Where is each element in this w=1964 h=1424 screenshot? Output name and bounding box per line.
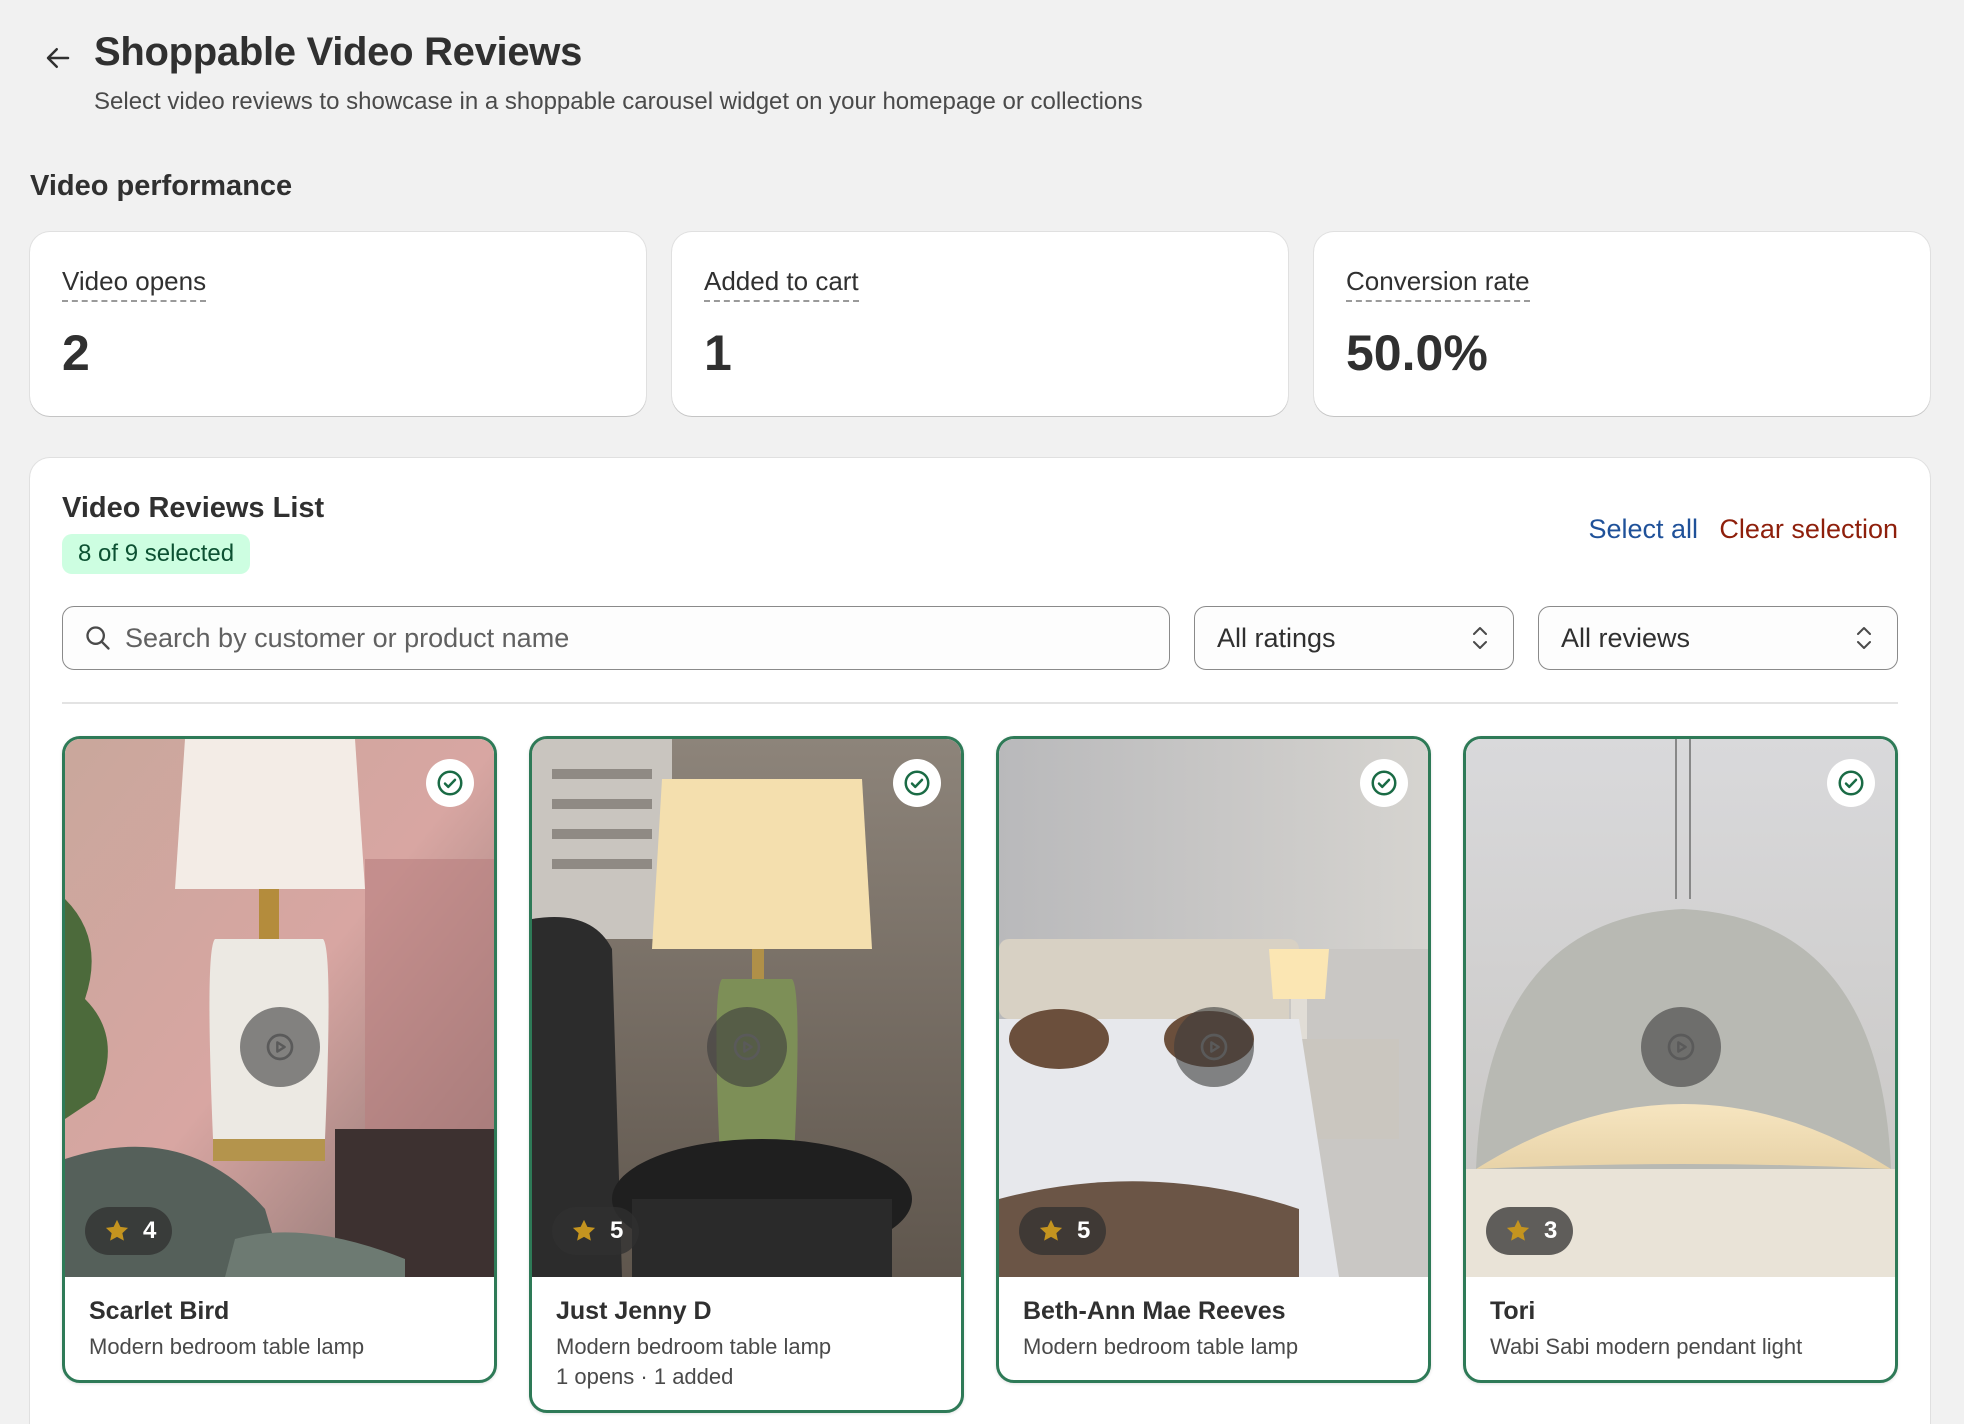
review-stats: 1 opens · 1 added bbox=[556, 1364, 734, 1389]
video-thumbnail[interactable]: 3 bbox=[1466, 739, 1895, 1277]
metric-value: 1 bbox=[704, 325, 732, 381]
select-chevrons-icon bbox=[1473, 627, 1487, 649]
customer-name: Scarlet Bird bbox=[89, 1297, 230, 1325]
metric-label[interactable]: Added to cart bbox=[704, 266, 859, 302]
play-icon bbox=[733, 1033, 760, 1061]
reviews-filter-value: All reviews bbox=[1561, 622, 1691, 653]
selected-check-icon[interactable] bbox=[1827, 759, 1875, 807]
reviews-filter-select[interactable]: All reviews bbox=[1538, 606, 1898, 670]
list-title: Video Reviews List bbox=[62, 492, 325, 524]
search-input[interactable] bbox=[125, 622, 1125, 654]
metric-value: 2 bbox=[62, 325, 90, 381]
metric-card-video-opens: Video opens 2 bbox=[30, 232, 646, 416]
star-icon bbox=[105, 1219, 129, 1241]
play-icon bbox=[266, 1033, 293, 1061]
rating-badge: 5 bbox=[552, 1207, 640, 1255]
customer-name: Beth-Ann Mae Reeves bbox=[1023, 1297, 1286, 1325]
rating-value: 3 bbox=[1544, 1217, 1558, 1244]
review-card[interactable]: 4 Scarlet Bird Modern bedroom table lamp bbox=[62, 736, 497, 1383]
play-button[interactable] bbox=[1640, 1007, 1721, 1087]
play-button[interactable] bbox=[239, 1007, 320, 1087]
star-icon bbox=[1039, 1219, 1063, 1241]
page-title: Shoppable Video Reviews bbox=[94, 30, 583, 74]
arrow-left-icon bbox=[46, 48, 70, 68]
metric-card-conversion-rate: Conversion rate 50.0% bbox=[1314, 232, 1930, 416]
review-card[interactable]: 5 Beth-Ann Mae Reeves Modern bedroom tab… bbox=[996, 736, 1431, 1383]
video-thumbnail[interactable]: 5 bbox=[999, 739, 1428, 1277]
rating-value: 5 bbox=[610, 1217, 624, 1244]
card-body: Beth-Ann Mae Reeves Modern bedroom table… bbox=[999, 1277, 1428, 1380]
customer-name: Just Jenny D bbox=[556, 1297, 712, 1325]
back-button[interactable] bbox=[40, 40, 76, 76]
play-icon bbox=[1200, 1033, 1227, 1061]
product-name: Modern bedroom table lamp bbox=[1023, 1334, 1299, 1359]
card-body: Tori Wabi Sabi modern pendant light bbox=[1466, 1277, 1895, 1380]
select-chevrons-icon bbox=[1857, 627, 1871, 649]
metric-card-added-to-cart: Added to cart 1 bbox=[672, 232, 1288, 416]
rating-badge: 5 bbox=[1019, 1207, 1107, 1255]
review-card[interactable]: 3 Tori Wabi Sabi modern pendant light bbox=[1463, 736, 1898, 1383]
rating-value: 5 bbox=[1077, 1217, 1091, 1244]
selected-count-badge: 8 of 9 selected bbox=[62, 534, 251, 574]
clear-selection-button[interactable]: Clear selection bbox=[1719, 514, 1898, 545]
star-icon bbox=[1506, 1219, 1530, 1241]
ratings-filter-value: All ratings bbox=[1217, 622, 1336, 653]
search-icon bbox=[83, 623, 113, 653]
selected-check-icon[interactable] bbox=[1360, 759, 1408, 807]
metrics-row: Video opens 2 Added to cart 1 Conversion… bbox=[30, 232, 1930, 416]
rating-badge: 4 bbox=[85, 1207, 173, 1255]
play-button[interactable] bbox=[1173, 1007, 1254, 1087]
metric-label[interactable]: Conversion rate bbox=[1346, 266, 1530, 302]
video-thumbnail[interactable]: 4 bbox=[65, 739, 494, 1277]
selected-check-icon[interactable] bbox=[426, 759, 474, 807]
metric-value: 50.0% bbox=[1346, 325, 1488, 381]
search-field[interactable] bbox=[62, 606, 1170, 670]
play-icon bbox=[1667, 1033, 1694, 1061]
rating-badge: 3 bbox=[1486, 1207, 1574, 1255]
rating-value: 4 bbox=[143, 1217, 157, 1244]
video-reviews-list-card: Video Reviews List 8 of 9 selected Selec… bbox=[30, 458, 1930, 1424]
card-body: Scarlet Bird Modern bedroom table lamp bbox=[65, 1277, 494, 1380]
metric-label[interactable]: Video opens bbox=[62, 266, 207, 302]
ratings-filter-select[interactable]: All ratings bbox=[1194, 606, 1514, 670]
video-performance-heading: Video performance bbox=[30, 170, 293, 202]
play-button[interactable] bbox=[706, 1007, 787, 1087]
star-icon bbox=[572, 1219, 596, 1241]
page-subtitle: Select video reviews to showcase in a sh… bbox=[94, 88, 1143, 115]
divider bbox=[62, 702, 1898, 704]
product-name: Modern bedroom table lamp bbox=[556, 1334, 832, 1359]
selected-check-icon[interactable] bbox=[893, 759, 941, 807]
product-name: Modern bedroom table lamp bbox=[89, 1334, 365, 1359]
select-all-button[interactable]: Select all bbox=[1588, 514, 1698, 545]
video-thumbnail[interactable]: 5 bbox=[532, 739, 961, 1277]
customer-name: Tori bbox=[1490, 1297, 1536, 1325]
review-card[interactable]: 5 Just Jenny D Modern bedroom table lamp… bbox=[529, 736, 964, 1413]
product-name: Wabi Sabi modern pendant light bbox=[1490, 1334, 1803, 1359]
card-body: Just Jenny D Modern bedroom table lamp 1… bbox=[532, 1277, 961, 1410]
